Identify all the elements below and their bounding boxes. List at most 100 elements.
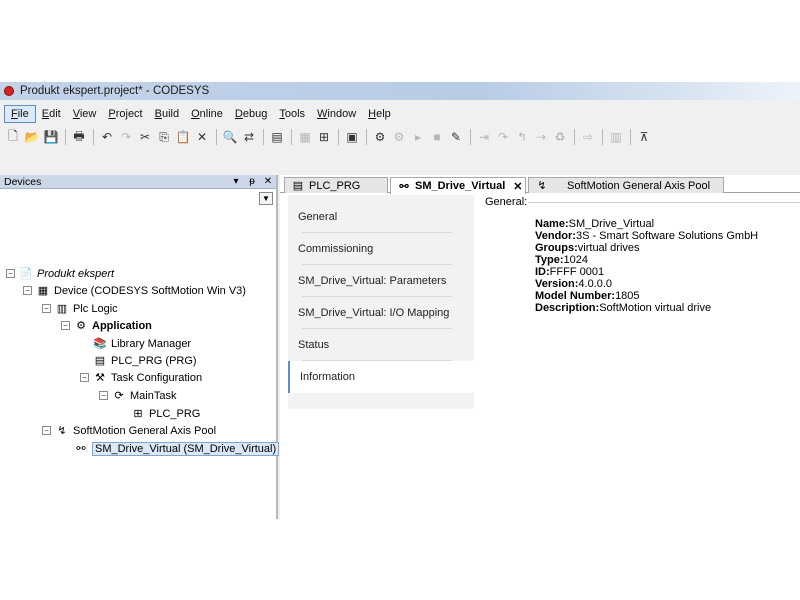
tree-collapse-icon[interactable]: − [6, 269, 15, 278]
menu-build[interactable]: Build [149, 106, 185, 122]
menu-online[interactable]: Online [185, 106, 229, 122]
tree-node-label: PLC_PRG [149, 407, 201, 420]
drive-icon: ⚯ [399, 180, 409, 193]
menu-mnemonic: W [317, 107, 328, 120]
tree-node-task-config[interactable]: − ⚒ Task Configuration [80, 369, 202, 386]
info-value: 1805 [615, 290, 640, 302]
menu-window[interactable]: Window [311, 106, 362, 122]
tree-collapse-icon[interactable]: − [23, 286, 32, 295]
info-model-number: Model Number:1805 [535, 290, 640, 302]
tree-node-project[interactable]: − 📄 Produkt ekspert [6, 265, 114, 282]
cut-icon[interactable]: ✂ [136, 128, 154, 146]
tree-collapse-icon[interactable]: − [80, 373, 89, 382]
monitor-icon[interactable]: ▥ [607, 128, 625, 146]
tree-node-device[interactable]: − ▦ Device (CODESYS SoftMotion Win V3) [23, 282, 246, 299]
program-icon: ▤ [292, 180, 304, 192]
application-icon: ⚙ [76, 320, 86, 332]
menu-view[interactable]: View [67, 106, 103, 122]
tree-node-axis-pool[interactable]: − ↯ SoftMotion General Axis Pool [42, 422, 216, 439]
codesys-window: Produkt ekspert.project* - CODESYS File E… [0, 82, 800, 519]
nav-general[interactable]: General [288, 201, 474, 233]
window-title: Produkt ekspert.project* - CODESYS [20, 85, 210, 97]
info-value: 3S - Smart Software Solutions GmbH [575, 230, 759, 242]
nav-sm-drive-virtual-parameters[interactable]: SM_Drive_Virtual: Parameters [288, 265, 474, 297]
devices-panel-title: Devices [4, 175, 42, 188]
arrow-icon[interactable]: ⇨ [579, 128, 597, 146]
toolbar-separator [366, 129, 367, 145]
editor-area: ▤ PLC_PRG ⚯ SM_Drive_Virtual ✕ ↯ SoftMotion Ge… [280, 175, 800, 519]
tree-collapse-icon[interactable]: − [61, 321, 70, 330]
new-icon[interactable]: 🗋 [4, 128, 22, 146]
menu-label: dit [49, 107, 61, 120]
nav-information[interactable]: Information [288, 361, 474, 393]
cart-icon[interactable]: ⊼ [635, 128, 653, 146]
delete-icon[interactable]: ✕ [193, 128, 211, 146]
tree-node-drive[interactable]: ⚯ SM_Drive_Virtual (SM_Drive_Virtual) [61, 440, 280, 457]
login-icon[interactable]: ⚙ [371, 128, 389, 146]
step-over-icon[interactable]: ↷ [494, 128, 512, 146]
menu-edit[interactable]: Edit [36, 106, 67, 122]
panel-close-icon[interactable]: ✕ [260, 176, 276, 187]
menu-project[interactable]: Project [102, 106, 148, 122]
tree-node-program[interactable]: ▤ PLC_PRG (PRG) [80, 352, 197, 369]
tree-collapse-icon[interactable]: − [42, 426, 51, 435]
find-icon[interactable]: 🔍 [221, 128, 239, 146]
info-key: ID: [535, 266, 550, 278]
tree-node-library[interactable]: 📚 Library Manager [80, 335, 191, 352]
browse-icon[interactable]: ▣ [343, 128, 361, 146]
step-icon[interactable]: ⇥ [475, 128, 493, 146]
logout-icon[interactable]: ⚙ [390, 128, 408, 146]
open-icon[interactable]: 📂 [23, 128, 41, 146]
print-icon[interactable]: 🖶 [70, 128, 88, 146]
recycle-icon[interactable]: ♻ [551, 128, 569, 146]
task-config-icon: ⚒ [95, 372, 105, 384]
save-icon[interactable]: 💾 [42, 128, 60, 146]
menu-tools[interactable]: Tools [273, 106, 311, 122]
tree-node-plc-logic[interactable]: − ▥ Plc Logic [42, 300, 118, 317]
tree-combo-button[interactable]: ▼ [259, 192, 273, 205]
menu-label: nline [199, 107, 223, 120]
toolbar-separator [216, 129, 217, 145]
step-cursor-icon[interactable]: ⇢ [532, 128, 550, 146]
tab-sm-drive-virtual[interactable]: ⚯ SM_Drive_Virtual ✕ [390, 177, 526, 194]
properties-icon[interactable]: ▤ [268, 128, 286, 146]
nav-sm-drive-virtual-i-o-mapping[interactable]: SM_Drive_Virtual: I/O Mapping [288, 297, 474, 329]
menu-file[interactable]: File [4, 104, 36, 123]
panel-dropdown-icon[interactable]: ▾ [228, 176, 244, 187]
undo-icon[interactable]: ↶ [98, 128, 116, 146]
replace-icon[interactable]: ⇄ [240, 128, 258, 146]
paste-icon[interactable]: 📋 [174, 128, 192, 146]
tab-close-icon[interactable]: ✕ [513, 180, 522, 193]
tree-node-call[interactable]: ⊞ PLC_PRG [118, 405, 200, 422]
info-key: Name: [535, 218, 569, 230]
add-icon[interactable]: ⊞ [315, 128, 333, 146]
nav-commissioning[interactable]: Commissioning [288, 233, 474, 265]
nav-item-label: SM_Drive_Virtual: I/O Mapping [298, 307, 450, 319]
step-out-icon[interactable]: ↰ [513, 128, 531, 146]
tree-node-application[interactable]: − ⚙ Application [61, 317, 152, 334]
panel-pin-icon[interactable]: ᵽ [244, 176, 260, 187]
nav-status[interactable]: Status [288, 329, 474, 361]
cols-icon[interactable]: ▦ [296, 128, 314, 146]
tab-label: PLC_PRG [309, 179, 361, 192]
tree-node-task[interactable]: − ⟳ MainTask [99, 387, 176, 404]
stop-icon[interactable]: ■ [428, 128, 446, 146]
tree-collapse-icon[interactable]: − [99, 391, 108, 400]
menu-debug[interactable]: Debug [229, 106, 273, 122]
menu-help[interactable]: Help [362, 106, 397, 122]
run-icon[interactable]: ▸ [409, 128, 427, 146]
info-key: Type: [535, 254, 564, 266]
redo-icon[interactable]: ↷ [117, 128, 135, 146]
task-icon: ⟳ [114, 390, 124, 402]
editor-tab-strip: ▤ PLC_PRG ⚯ SM_Drive_Virtual ✕ ↯ SoftMotion Ge… [280, 175, 800, 194]
menu-label: ile [17, 107, 29, 120]
menu-mnemonic: P [108, 107, 116, 120]
tab-plc-prg[interactable]: ▤ PLC_PRG [284, 177, 388, 193]
breakpoint-icon[interactable]: ✎ [447, 128, 465, 146]
tree-collapse-icon[interactable]: − [42, 304, 51, 313]
toolbar-separator [93, 129, 94, 145]
tab-softmotion-general-axis-pool[interactable]: ↯ SoftMotion General Axis Pool [528, 177, 724, 193]
info-description: Description:SoftMotion virtual drive [535, 302, 711, 314]
toolbar-separator [574, 129, 575, 145]
copy-icon[interactable]: ⎘ [155, 128, 173, 146]
